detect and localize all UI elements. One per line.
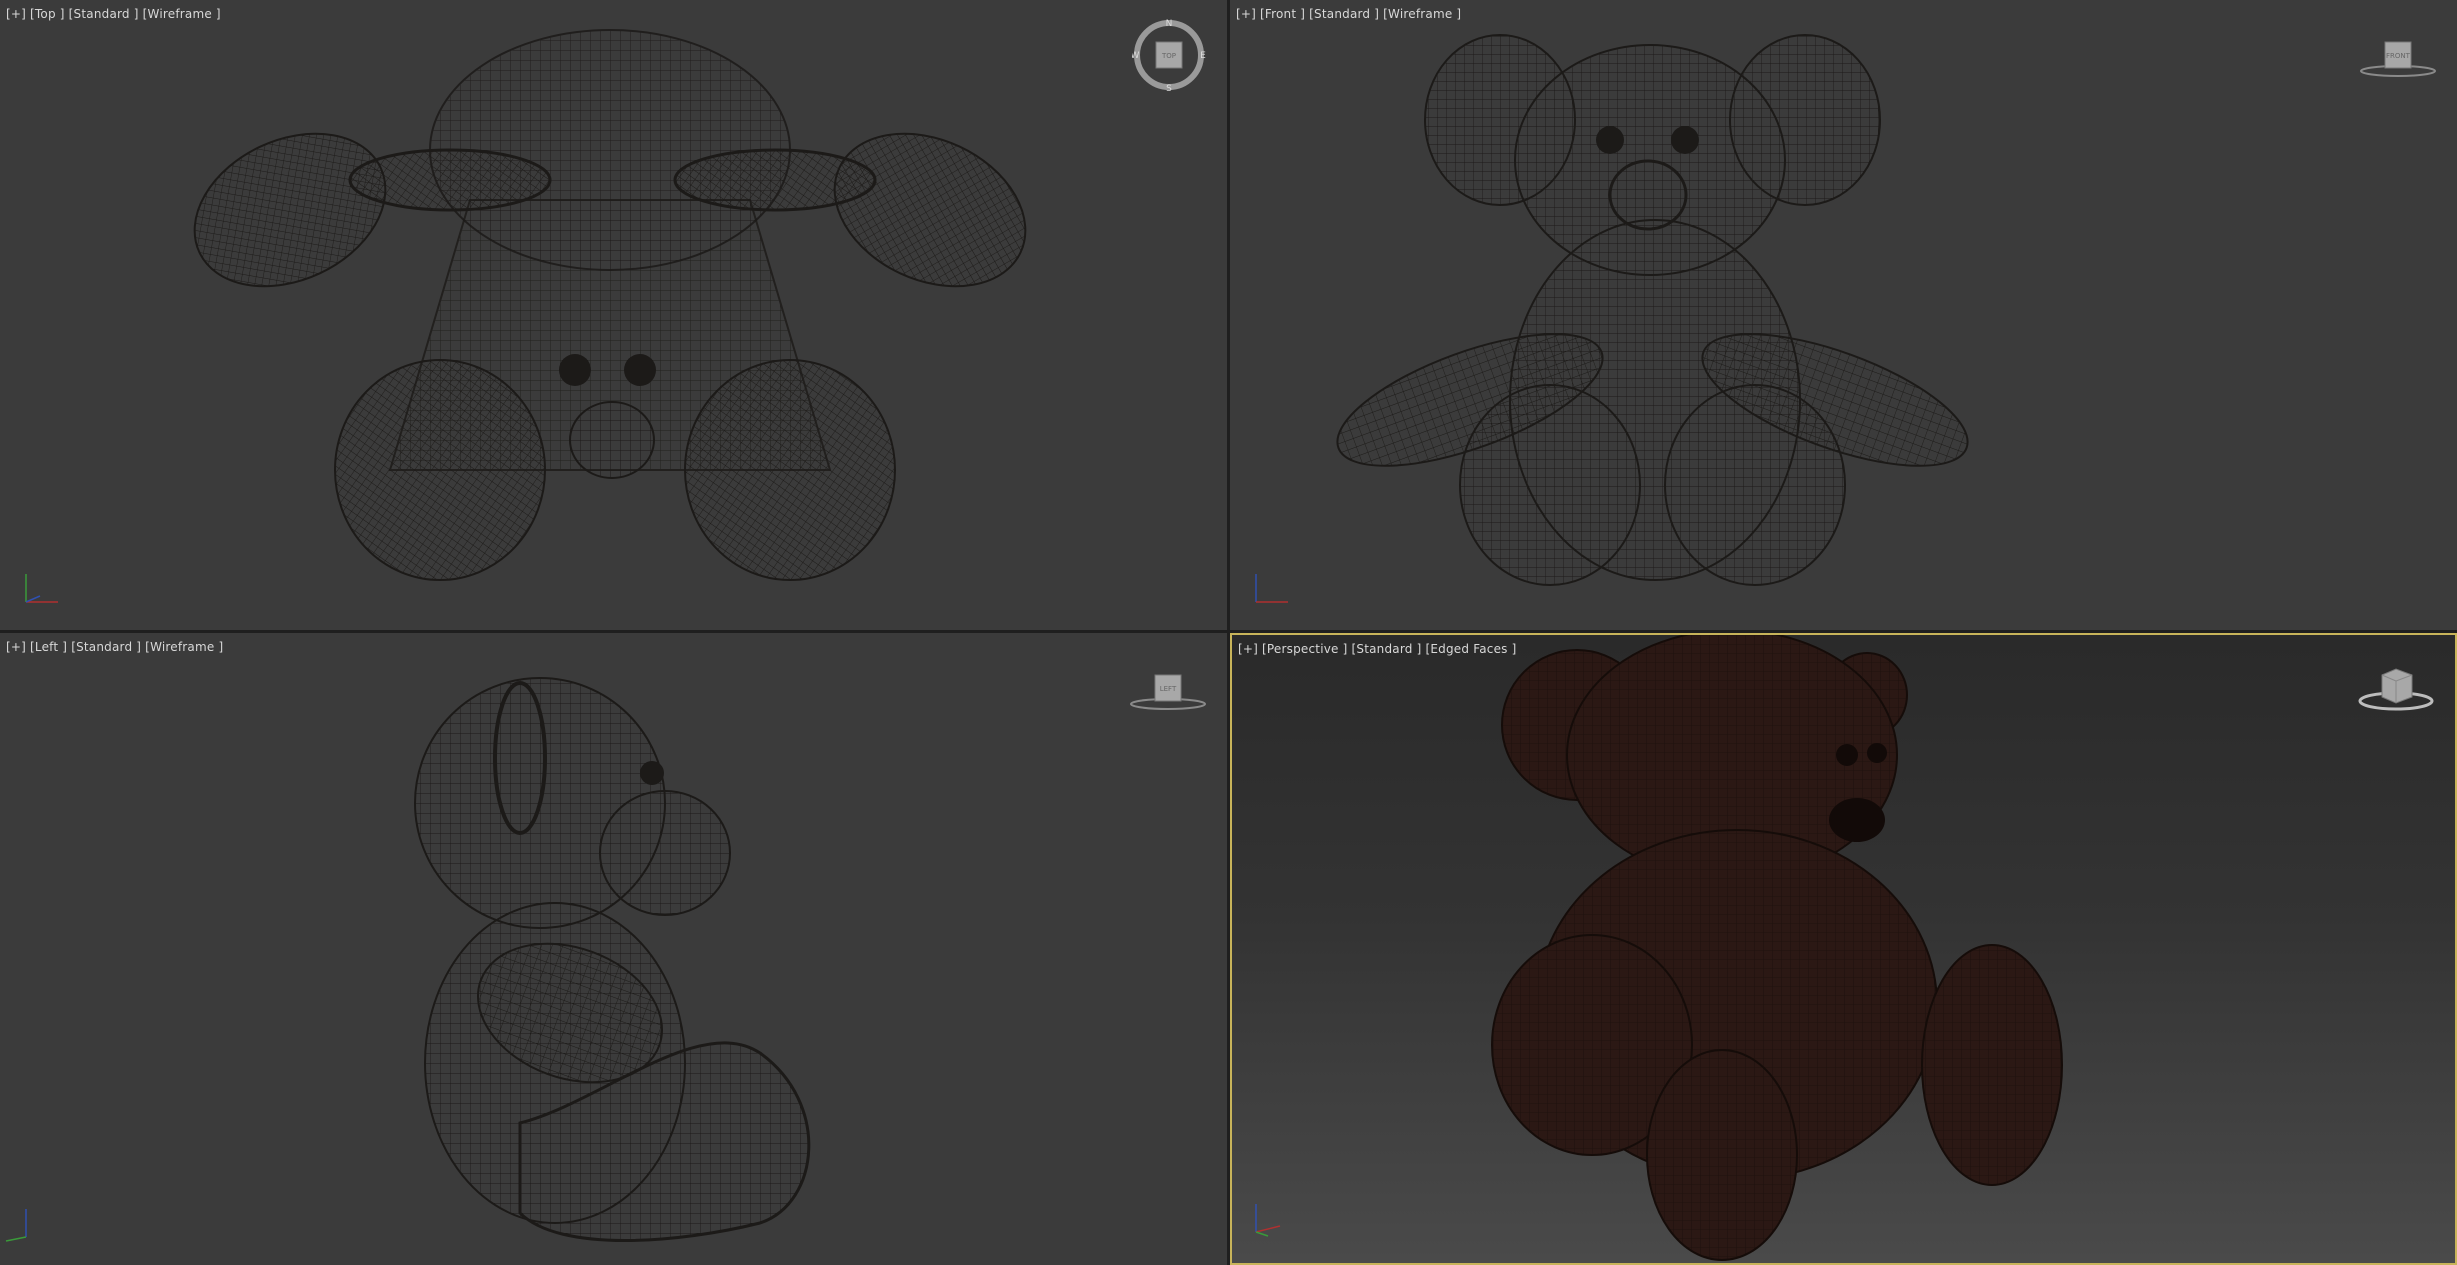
viewport-top[interactable]: [+] [Top ] [Standard ] [Wireframe ] TOP … bbox=[0, 0, 1227, 630]
compass-n: N bbox=[1166, 19, 1173, 29]
compass-e: E bbox=[1200, 51, 1206, 61]
axis-tripod-icon bbox=[25, 574, 58, 603]
compass-w: W bbox=[1132, 51, 1140, 61]
viewcube-top-label: TOP bbox=[1161, 52, 1176, 60]
axis-tripod-icon bbox=[5, 1209, 27, 1242]
front-view-wireframe-bear bbox=[1336, 34, 1969, 586]
compass-s: S bbox=[1166, 84, 1172, 92]
viewport-label-top[interactable]: [+] [Top ] [Standard ] [Wireframe ] bbox=[6, 7, 221, 21]
viewcube-icon[interactable]: FRONT bbox=[2358, 38, 2438, 78]
viewcube-icon[interactable]: LEFT bbox=[1128, 671, 1208, 711]
top-view-wireframe-bear bbox=[193, 29, 1027, 581]
viewcube-icon[interactable] bbox=[2356, 657, 2436, 717]
viewport-label-front[interactable]: [+] [Front ] [Standard ] [Wireframe ] bbox=[1236, 7, 1461, 21]
compass-icon[interactable]: TOP N S E W bbox=[1132, 18, 1206, 92]
axis-tripod-icon bbox=[1255, 1204, 1281, 1237]
viewport-label-perspective[interactable]: [+] [Perspective ] [Standard ] [Edged Fa… bbox=[1238, 642, 1517, 656]
axis-tripod-icon bbox=[1255, 574, 1288, 603]
viewport-label-left[interactable]: [+] [Left ] [Standard ] [Wireframe ] bbox=[6, 640, 223, 654]
left-view-wireframe-bear bbox=[414, 677, 811, 1242]
viewcube-front-label: FRONT bbox=[2386, 52, 2411, 60]
viewcube-left-label: LEFT bbox=[1160, 685, 1177, 693]
viewport-front[interactable]: [+] [Front ] [Standard ] [Wireframe ] FR… bbox=[1230, 0, 2457, 630]
viewport-left[interactable]: [+] [Left ] [Standard ] [Wireframe ] LEF… bbox=[0, 633, 1227, 1265]
viewport-perspective[interactable]: [+] [Perspective ] [Standard ] [Edged Fa… bbox=[1230, 633, 2457, 1265]
perspective-view-shaded-bear bbox=[1491, 635, 2063, 1261]
